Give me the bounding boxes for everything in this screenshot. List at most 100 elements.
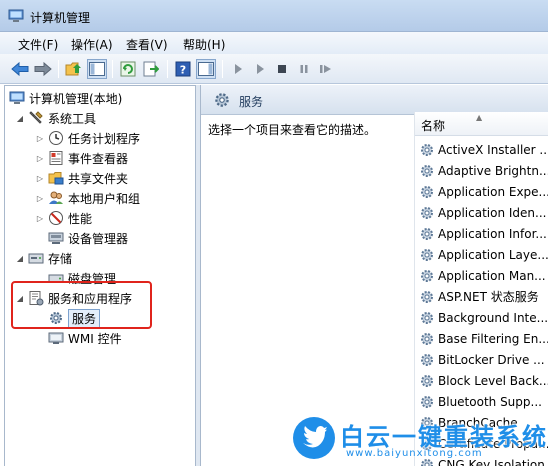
watermark-text: 白云一键重装系统: [340, 423, 548, 451]
tree-item-system-tools[interactable]: ◢ 系统工具: [15, 108, 96, 128]
menu-view[interactable]: 查看(V): [126, 36, 168, 53]
service-name: Base Filtering En...: [438, 331, 548, 346]
play-icon: [235, 64, 242, 74]
service-name: Block Level Back...: [438, 373, 548, 388]
service-row[interactable]: Background Inte...: [415, 307, 548, 328]
tree-item-root[interactable]: 计算机管理(本地): [9, 88, 122, 108]
tree-item-wmi[interactable]: WMI 控件: [35, 328, 122, 348]
gear-icon: [421, 374, 433, 387]
stop-icon: [278, 65, 286, 73]
pane-title: 服务: [239, 95, 264, 109]
service-row[interactable]: Adaptive Brightn...: [415, 160, 548, 181]
forward-button[interactable]: [33, 59, 53, 79]
start-service-button[interactable]: [228, 59, 248, 79]
gear-icon: [421, 164, 433, 177]
service-name: Application Infor...: [438, 226, 547, 241]
action-pane-icon: [198, 62, 214, 76]
tree-item-shared-folders[interactable]: ▷ 共享文件夹: [35, 168, 128, 188]
service-row[interactable]: Application Expe...: [415, 181, 548, 202]
show-hide-action-pane-button[interactable]: [196, 59, 216, 79]
service-name: Background Inte...: [438, 310, 548, 325]
export-list-button[interactable]: [141, 59, 161, 79]
svg-text:?: ?: [180, 64, 186, 77]
menu-action[interactable]: 操作(A): [71, 36, 113, 53]
service-name: ActiveX Installer ...: [438, 142, 548, 157]
menu-bar: 文件(F) 操作(A) 查看(V) 帮助(H): [0, 32, 548, 54]
help-button[interactable]: ?: [173, 59, 193, 79]
back-button[interactable]: [10, 59, 30, 79]
tree-item-device-manager[interactable]: 设备管理器: [35, 228, 128, 248]
pane-header: 服务: [201, 85, 548, 115]
sort-ascending-icon: ▲: [476, 113, 483, 122]
computer-management-icon: [8, 9, 24, 22]
export-icon: [143, 61, 159, 77]
collapse-icon[interactable]: ◢: [15, 254, 25, 263]
pause-service-button[interactable]: [294, 59, 314, 79]
tree-label: 共享文件夹: [68, 171, 129, 186]
tree-item-performance[interactable]: ▷ 性能: [35, 208, 92, 228]
service-row[interactable]: Application Man...: [415, 265, 548, 286]
toolbar: ?: [0, 54, 548, 84]
tree-label: WMI 控件: [68, 331, 122, 346]
service-name: Application Expe...: [438, 184, 548, 199]
arrow-right-icon: [34, 61, 52, 77]
tree-label: 性能: [68, 211, 93, 226]
service-row[interactable]: BitLocker Drive ...: [415, 349, 548, 370]
watermark-url: www.baiyunxitong.com: [346, 448, 483, 459]
tree-item-task-scheduler[interactable]: ▷ 任务计划程序: [35, 128, 140, 148]
tree-label: 事件查看器: [68, 151, 129, 166]
gear-icon: [421, 290, 433, 303]
refresh-button[interactable]: [118, 59, 138, 79]
service-row[interactable]: Base Filtering En...: [415, 328, 548, 349]
service-row[interactable]: Application Infor...: [415, 223, 548, 244]
wmi-icon: [48, 332, 64, 344]
service-name: Application Iden...: [438, 205, 547, 220]
service-name: Application Laye...: [438, 247, 548, 262]
service-row[interactable]: ActiveX Installer ...: [415, 139, 548, 160]
expand-icon[interactable]: ▷: [35, 154, 45, 163]
computer-management-icon: [9, 91, 25, 104]
tree-item-storage[interactable]: ◢ 存储: [15, 248, 72, 268]
arrow-left-icon: [11, 61, 29, 77]
services-pane: 服务 选择一个项目来查看它的描述。 ▲ 名称 ActiveX Installer…: [200, 85, 548, 466]
expand-icon[interactable]: ▷: [35, 214, 45, 223]
tree-label: 系统工具: [48, 111, 97, 126]
service-row[interactable]: Bluetooth Supp...: [415, 391, 548, 412]
show-hide-tree-button[interactable]: [87, 59, 107, 79]
service-row[interactable]: Application Iden...: [415, 202, 548, 223]
column-header-label: 名称: [421, 119, 446, 133]
restart-service-button[interactable]: [316, 59, 336, 79]
title-bar: 计算机管理: [0, 0, 548, 32]
event-viewer-icon: [49, 151, 63, 165]
service-name: Application Man...: [438, 268, 546, 283]
gear-icon: [421, 311, 433, 324]
collapse-icon[interactable]: ◢: [15, 114, 25, 123]
expand-icon[interactable]: ▷: [35, 174, 45, 183]
clock-icon: [49, 131, 63, 145]
tree-label: 设备管理器: [68, 231, 129, 246]
expand-icon[interactable]: ▷: [35, 134, 45, 143]
service-row[interactable]: Application Laye...: [415, 244, 548, 265]
expand-icon[interactable]: ▷: [35, 194, 45, 203]
highlight-annotation: [11, 281, 152, 329]
start-service-alt-button[interactable]: [250, 59, 270, 79]
gear-icon: [421, 227, 433, 240]
menu-help[interactable]: 帮助(H): [183, 36, 225, 53]
up-folder-button[interactable]: [64, 59, 84, 79]
shared-folder-icon: [48, 172, 64, 185]
tree-item-event-viewer[interactable]: ▷ 事件查看器: [35, 148, 128, 168]
gear-icon: [421, 185, 433, 198]
window-title: 计算机管理: [30, 11, 91, 25]
menu-file[interactable]: 文件(F): [18, 36, 58, 53]
column-header-name[interactable]: ▲ 名称: [415, 112, 548, 136]
users-icon: [49, 191, 63, 204]
tree-item-local-users[interactable]: ▷ 本地用户和组: [35, 188, 140, 208]
help-icon: ?: [175, 61, 191, 77]
service-row[interactable]: Block Level Back...: [415, 370, 548, 391]
service-name: Adaptive Brightn...: [438, 163, 548, 178]
play-icon: [257, 64, 264, 74]
service-row[interactable]: ASP.NET 状态服务: [415, 286, 548, 307]
twitter-bird-icon: [293, 417, 335, 459]
gear-icon: [421, 395, 433, 408]
stop-service-button[interactable]: [272, 59, 292, 79]
